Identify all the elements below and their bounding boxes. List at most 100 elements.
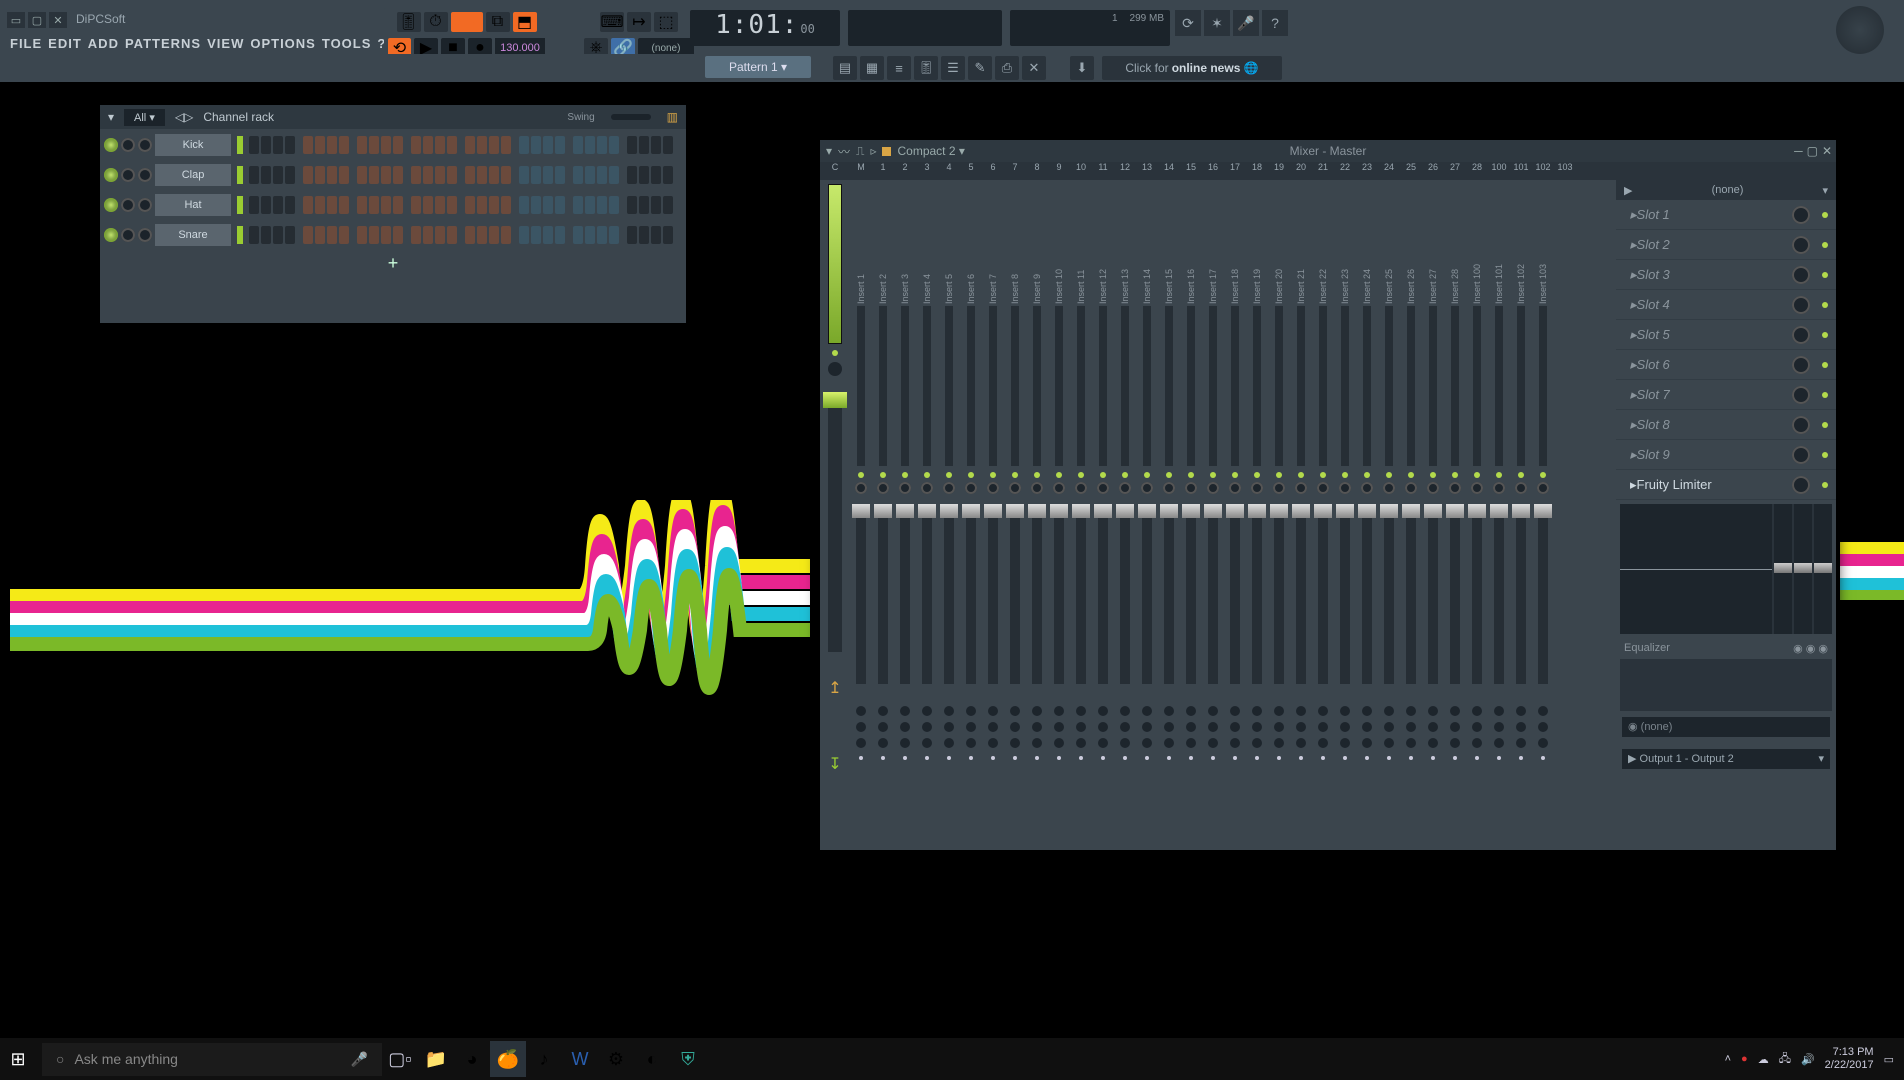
- track-pan-knob[interactable]: [1471, 482, 1483, 494]
- mixer-track[interactable]: Insert 27: [1422, 180, 1444, 850]
- lim-fader-3[interactable]: [1814, 504, 1832, 634]
- step-button[interactable]: [489, 136, 499, 154]
- metronome-icon[interactable]: 🎚: [397, 12, 421, 32]
- chrack-menu-icon[interactable]: ▾: [108, 110, 114, 124]
- track-fader[interactable]: [1186, 504, 1196, 684]
- send-knob[interactable]: [1032, 706, 1042, 716]
- send-knob-3[interactable]: [1010, 738, 1020, 748]
- send-knob-3[interactable]: [1318, 738, 1328, 748]
- step-button[interactable]: [285, 226, 295, 244]
- track-number[interactable]: 6: [982, 162, 1004, 180]
- track-mute-led[interactable]: [990, 472, 996, 478]
- send-knob[interactable]: [1406, 706, 1416, 716]
- track-pan-knob[interactable]: [1251, 482, 1263, 494]
- send-knob[interactable]: [1494, 706, 1504, 716]
- mixer-track[interactable]: Insert 19: [1246, 180, 1268, 850]
- step-button[interactable]: [261, 136, 271, 154]
- slot-mix-knob[interactable]: [1792, 206, 1810, 224]
- send-knob[interactable]: [1120, 706, 1130, 716]
- step-button[interactable]: [543, 166, 553, 184]
- step-button[interactable]: [597, 196, 607, 214]
- send-knob-2[interactable]: [966, 722, 976, 732]
- channel-name-button[interactable]: Snare: [155, 224, 231, 246]
- track-mute-led[interactable]: [1232, 472, 1238, 478]
- track-pan-knob[interactable]: [1141, 482, 1153, 494]
- tray-clock[interactable]: 7:13 PM2/22/2017: [1825, 1046, 1874, 1072]
- maximize-icon[interactable]: ▢: [28, 12, 46, 28]
- track-mute-led[interactable]: [1012, 472, 1018, 478]
- send-knob-3[interactable]: [1450, 738, 1460, 748]
- track-mute-led[interactable]: [1408, 472, 1414, 478]
- mixer-track[interactable]: Insert 102: [1510, 180, 1532, 850]
- step-button[interactable]: [339, 196, 349, 214]
- send-knob-2[interactable]: [988, 722, 998, 732]
- mixer-track[interactable]: Insert 26: [1400, 180, 1422, 850]
- track-mute-led[interactable]: [1496, 472, 1502, 478]
- step-button[interactable]: [585, 196, 595, 214]
- track-number[interactable]: 9: [1048, 162, 1070, 180]
- step-button[interactable]: [327, 196, 337, 214]
- blend-icon[interactable]: ⬚: [654, 12, 678, 32]
- plugin-icon[interactable]: ⎙: [995, 56, 1019, 80]
- step-button[interactable]: [435, 166, 445, 184]
- step-button[interactable]: [327, 226, 337, 244]
- route-out-icon[interactable]: ↥: [828, 678, 841, 698]
- step-button[interactable]: [423, 196, 433, 214]
- track-fader[interactable]: [1406, 504, 1416, 684]
- step-button[interactable]: [651, 226, 661, 244]
- output-none[interactable]: ◉ (none): [1622, 717, 1830, 737]
- step-button[interactable]: [315, 166, 325, 184]
- cortana-search[interactable]: ○ Ask me anything🎤: [42, 1043, 382, 1076]
- send-dot[interactable]: [1365, 756, 1369, 760]
- send-knob[interactable]: [988, 706, 998, 716]
- step-button[interactable]: [285, 166, 295, 184]
- send-knob-2[interactable]: [1010, 722, 1020, 732]
- fx-slot[interactable]: ▸ Slot 1: [1616, 200, 1836, 230]
- track-pan-knob[interactable]: [1075, 482, 1087, 494]
- slot-mix-knob[interactable]: [1792, 386, 1810, 404]
- send-knob-3[interactable]: [856, 738, 866, 748]
- step-button[interactable]: [573, 166, 583, 184]
- send-knob-2[interactable]: [1076, 722, 1086, 732]
- send-dot[interactable]: [1233, 756, 1237, 760]
- mixer-track[interactable]: Insert 10: [1048, 180, 1070, 850]
- channel-vol-knob[interactable]: [138, 198, 152, 212]
- step-button[interactable]: [501, 166, 511, 184]
- slot-enable-led[interactable]: [1822, 362, 1828, 368]
- track-mute-led[interactable]: [968, 472, 974, 478]
- step-button[interactable]: [357, 226, 367, 244]
- step-button[interactable]: [303, 196, 313, 214]
- track-fader[interactable]: [1054, 504, 1064, 684]
- channel-vol-knob[interactable]: [138, 168, 152, 182]
- slot-enable-led[interactable]: [1822, 212, 1828, 218]
- send-dot[interactable]: [1079, 756, 1083, 760]
- track-fader[interactable]: [1472, 504, 1482, 684]
- wait-icon[interactable]: ⏱: [424, 12, 448, 32]
- step-button[interactable]: [285, 136, 295, 154]
- send-knob-3[interactable]: [1230, 738, 1240, 748]
- channel-mute-led[interactable]: [104, 228, 118, 242]
- track-fader[interactable]: [1142, 504, 1152, 684]
- send-dot[interactable]: [1167, 756, 1171, 760]
- download-icon[interactable]: ⬇: [1070, 56, 1094, 80]
- send-knob-2[interactable]: [944, 722, 954, 732]
- track-pan-knob[interactable]: [943, 482, 955, 494]
- send-knob-3[interactable]: [922, 738, 932, 748]
- track-number[interactable]: 15: [1180, 162, 1202, 180]
- mixer-track[interactable]: Insert 22: [1312, 180, 1334, 850]
- track-fader[interactable]: [1538, 504, 1548, 684]
- step-button[interactable]: [519, 166, 529, 184]
- track-mute-led[interactable]: [902, 472, 908, 478]
- track-mute-led[interactable]: [1298, 472, 1304, 478]
- channel-vol-knob[interactable]: [138, 138, 152, 152]
- tray-app-icon[interactable]: ●: [1741, 1053, 1748, 1065]
- mixer-icon[interactable]: 🎚: [914, 56, 938, 80]
- mixer-track[interactable]: Insert 3: [894, 180, 916, 850]
- send-dot[interactable]: [881, 756, 885, 760]
- track-fader[interactable]: [1362, 504, 1372, 684]
- track-pan-knob[interactable]: [1493, 482, 1505, 494]
- track-mute-led[interactable]: [1364, 472, 1370, 478]
- step-button[interactable]: [423, 166, 433, 184]
- send-knob[interactable]: [1010, 706, 1020, 716]
- mixer-menu-icon[interactable]: ▾: [826, 144, 832, 158]
